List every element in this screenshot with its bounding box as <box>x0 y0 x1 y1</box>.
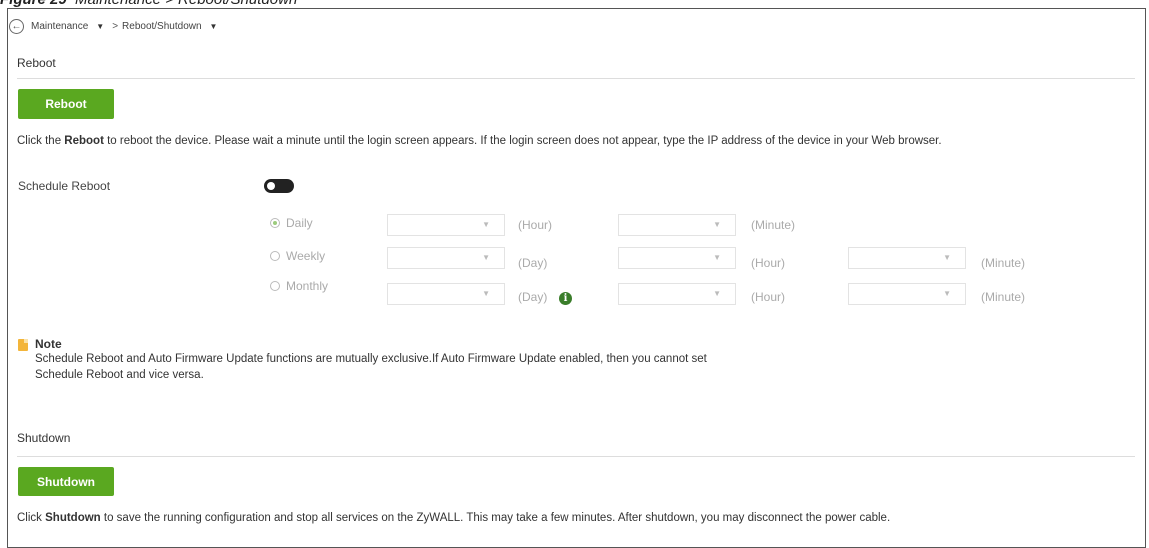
unit-label: (Minute) <box>981 290 1026 304</box>
radio-selected-icon <box>270 218 280 228</box>
divider <box>17 78 1135 79</box>
shutdown-section-title: Shutdown <box>17 431 71 445</box>
radio-weekly-label: Weekly <box>286 249 326 263</box>
unit-label: (Minute) <box>981 256 1026 270</box>
info-icon[interactable]: i <box>559 292 572 305</box>
unit-label: (Hour) <box>518 218 553 232</box>
note-line: Schedule Reboot and vice versa. <box>35 369 204 381</box>
breadcrumb: ← Maintenance ▼ > Reboot/Shutdown ▼ <box>9 16 225 36</box>
breadcrumb-item-reboot-shutdown[interactable]: Reboot/Shutdown <box>122 21 202 32</box>
unit-label: (Hour) <box>751 256 786 270</box>
unit-label: (Minute) <box>751 218 796 232</box>
shutdown-description: Click Shutdown to save the running confi… <box>17 510 1142 526</box>
shutdown-button[interactable]: Shutdown <box>18 467 114 496</box>
schedule-reboot-toggle[interactable] <box>264 179 294 193</box>
radio-weekly[interactable]: Weekly <box>270 249 325 263</box>
desc-bold-text: Reboot <box>64 135 104 147</box>
dropdown-arrow-icon: ▼ <box>943 253 951 262</box>
breadcrumb-item-maintenance[interactable]: Maintenance <box>31 21 88 32</box>
dropdown-arrow-icon: ▼ <box>482 253 490 262</box>
weekly-minute-select[interactable]: ▼ <box>848 247 966 269</box>
breadcrumb-separator: > <box>112 20 119 32</box>
dropdown-arrow-icon: ▼ <box>713 253 721 262</box>
figure-title: Maintenance > Reboot/Shutdown <box>75 0 297 8</box>
dropdown-arrow-icon: ▼ <box>713 220 721 229</box>
unit-label: (Hour) <box>751 290 786 304</box>
radio-daily-label: Daily <box>286 216 313 230</box>
radio-unselected-icon <box>270 281 280 291</box>
daily-minute-select[interactable]: ▼ <box>618 214 736 236</box>
dropdown-arrow-icon: ▼ <box>713 289 721 298</box>
desc-text: Click the <box>17 135 65 147</box>
weekly-hour-select[interactable]: ▼ <box>618 247 736 269</box>
monthly-minute-select[interactable]: ▼ <box>848 283 966 305</box>
chevron-down-icon[interactable]: ▼ <box>210 22 218 31</box>
note-title: Note <box>35 337 62 351</box>
note-text: Schedule Reboot and Auto Firmware Update… <box>35 351 707 383</box>
figure-caption: Figure 29 Maintenance > Reboot/Shutdown <box>0 0 297 8</box>
daily-hour-select[interactable]: ▼ <box>387 214 505 236</box>
back-arrow-icon[interactable]: ← <box>9 18 24 34</box>
dropdown-arrow-icon: ▼ <box>943 289 951 298</box>
note-icon <box>18 339 28 351</box>
radio-monthly-label: Monthly <box>286 279 329 293</box>
radio-daily[interactable]: Daily <box>270 216 313 230</box>
figure-label: Figure 29 <box>0 0 67 8</box>
unit-label: (Day) <box>518 256 548 270</box>
dropdown-arrow-icon: ▼ <box>482 289 490 298</box>
desc-bold-text: Shutdown <box>45 512 101 524</box>
desc-text: to reboot the device. Please wait a minu… <box>103 135 942 147</box>
desc-text: Click <box>17 512 46 524</box>
reboot-description: Click the Reboot to reboot the device. P… <box>17 133 1142 149</box>
note-line: Schedule Reboot and Auto Firmware Update… <box>35 353 707 365</box>
schedule-reboot-label: Schedule Reboot <box>18 179 111 193</box>
radio-unselected-icon <box>270 251 280 261</box>
monthly-hour-select[interactable]: ▼ <box>618 283 736 305</box>
screenshot-frame <box>7 8 1146 548</box>
unit-label: (Day) <box>518 290 548 304</box>
toggle-knob <box>267 182 275 190</box>
divider <box>17 456 1135 457</box>
radio-monthly[interactable]: Monthly <box>270 279 328 293</box>
chevron-down-icon[interactable]: ▼ <box>96 22 104 31</box>
desc-text: to save the running configuration and st… <box>100 512 891 524</box>
weekly-day-select[interactable]: ▼ <box>387 247 505 269</box>
reboot-section-title: Reboot <box>17 56 56 70</box>
dropdown-arrow-icon: ▼ <box>482 220 490 229</box>
reboot-button[interactable]: Reboot <box>18 89 114 119</box>
monthly-day-select[interactable]: ▼ <box>387 283 505 305</box>
